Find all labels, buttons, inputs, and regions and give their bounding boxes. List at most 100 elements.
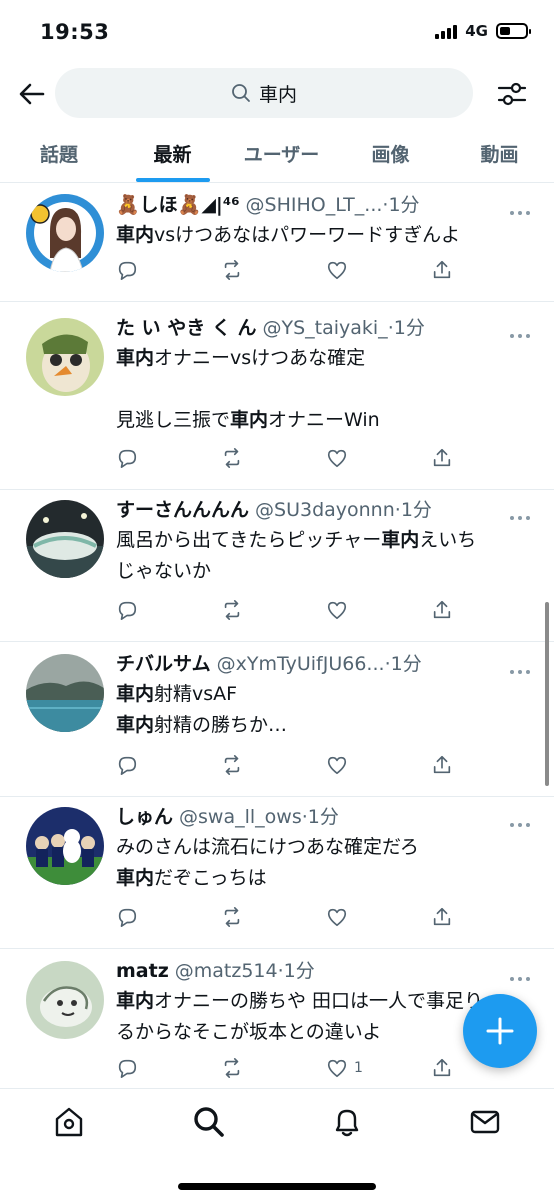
timestamp[interactable]: ·1分 [385, 649, 422, 679]
retweet-icon [224, 907, 240, 927]
username[interactable]: @YS_taiyaki_ [262, 313, 387, 343]
tweet[interactable]: 🧸しほ🧸◢|⁴⁶ @SHIHO_LT_... ·1分 車内vsけつあなはパワーワードす… [0, 184, 554, 302]
search-tabs: 話題 最新 ユーザー 画像 動画 [0, 124, 554, 183]
search-settings-button[interactable] [496, 78, 528, 110]
text-segment: えいち [419, 529, 477, 551]
nav-home[interactable] [52, 1105, 86, 1139]
share-button[interactable] [431, 754, 536, 776]
retweet-button[interactable] [221, 599, 326, 621]
nav-notifications[interactable] [330, 1105, 364, 1139]
reply-button[interactable] [116, 447, 221, 469]
avatar[interactable] [26, 654, 104, 732]
display-name[interactable]: すーさんんんん [116, 495, 249, 525]
tweet-text-line: 車内オナニーvsけつあな確定 [116, 343, 534, 374]
tweet[interactable]: チバルサム @xYmTyUifJU66... ·1分 車内射精vsAF 車内射精の勝ちか… [0, 643, 554, 797]
home-indicator[interactable] [178, 1183, 376, 1190]
share-button[interactable] [431, 599, 536, 621]
like-button[interactable] [326, 447, 431, 469]
share-button[interactable] [431, 259, 536, 281]
more-options-button[interactable] [508, 507, 532, 520]
highlighted-keyword: 車内 [116, 347, 155, 369]
scrollbar[interactable] [545, 602, 549, 786]
retweet-icon [224, 448, 240, 468]
network-type: 4G [465, 22, 488, 40]
tab-latest[interactable]: 最新 [118, 124, 227, 182]
timestamp[interactable]: ·1分 [382, 190, 419, 220]
timestamp[interactable]: ·1分 [388, 313, 425, 343]
username[interactable]: @xYmTyUifJU66... [217, 649, 385, 679]
compose-tweet-button[interactable] [463, 994, 537, 1068]
username[interactable]: @matz514 [175, 956, 278, 986]
tab-people[interactable]: ユーザー [227, 124, 336, 182]
battery-icon [496, 23, 531, 39]
more-options-button[interactable] [508, 968, 532, 981]
tweet[interactable]: しゅん @swa_ll_ows ·1分 みのさんは流石にけつあな確定だろ 車内だぞこっち… [0, 796, 554, 949]
tweet[interactable]: た い やき く ん @YS_taiyaki_ ·1分 車内オナニーvsけつあな確定見… [0, 307, 554, 490]
highlighted-keyword: 車内 [116, 683, 155, 705]
like-button[interactable] [326, 754, 431, 776]
timestamp[interactable]: ·1分 [302, 802, 339, 832]
reply-button[interactable] [116, 754, 221, 776]
timestamp[interactable]: ·1分 [395, 495, 432, 525]
reply-button[interactable] [116, 906, 221, 928]
back-button[interactable] [16, 78, 48, 110]
share-icon [433, 600, 451, 619]
more-options-button[interactable] [508, 325, 532, 338]
reply-button[interactable] [116, 259, 221, 281]
reply-button[interactable] [116, 599, 221, 621]
like-button[interactable] [326, 259, 431, 281]
retweet-button[interactable] [221, 447, 326, 469]
retweet-button[interactable] [221, 259, 326, 281]
timestamp[interactable]: ·1分 [278, 956, 315, 986]
avatar[interactable] [26, 318, 104, 396]
avatar[interactable] [26, 194, 104, 272]
display-name[interactable]: た い やき く ん [116, 313, 256, 343]
tweet-text-line: 車内射精vsAF [116, 679, 534, 710]
text-segment: オナニーvsけつあな確定 [154, 347, 366, 369]
display-name[interactable]: チバルサム [116, 649, 211, 679]
more-dots-icon [510, 211, 530, 215]
search-input[interactable]: 車内 [55, 68, 473, 118]
tab-photos[interactable]: 画像 [336, 124, 445, 182]
like-button[interactable]: 1 [326, 1057, 431, 1079]
mail-icon [470, 1110, 500, 1134]
status-time: 19:53 [40, 20, 110, 44]
retweet-button[interactable] [221, 1057, 326, 1079]
tweet[interactable]: すーさんんんん @SU3dayonnn ·1分 風呂から出てきたらピッチャー車内えいち… [0, 489, 554, 642]
reply-button[interactable] [116, 1057, 221, 1079]
display-name[interactable]: 🧸しほ🧸◢|⁴⁶ [116, 190, 240, 220]
tweet-text: みのさんは流石にけつあな確定だろ 車内だぞこっちは [116, 832, 534, 894]
more-options-button[interactable] [508, 202, 532, 215]
avatar[interactable] [26, 500, 104, 578]
share-button[interactable] [431, 906, 536, 928]
avatar[interactable] [26, 807, 104, 885]
like-button[interactable] [326, 906, 431, 928]
display-name[interactable]: matz [116, 956, 169, 986]
username[interactable]: @swa_ll_ows [179, 802, 302, 832]
tweet-text-line: じゃないか [116, 556, 534, 587]
retweet-button[interactable] [221, 906, 326, 928]
heart-icon [327, 756, 347, 775]
share-button[interactable] [431, 447, 536, 469]
tab-top[interactable]: 話題 [0, 124, 118, 182]
tweet-header: しゅん @swa_ll_ows ·1分 [116, 802, 534, 832]
text-segment: みのさんは流石にけつあな確定だろ [116, 836, 419, 858]
tab-videos[interactable]: 動画 [445, 124, 554, 182]
avatar[interactable] [26, 961, 104, 1039]
text-segment: 風呂から出てきたらピッチャー [116, 529, 382, 551]
more-options-button[interactable] [508, 661, 532, 674]
text-segment: 射精vsAF [154, 683, 238, 705]
username[interactable]: @SU3dayonnn [255, 495, 395, 525]
retweet-button[interactable] [221, 754, 326, 776]
display-name[interactable]: しゅん [116, 802, 173, 832]
nav-explore[interactable] [192, 1105, 226, 1139]
more-options-button[interactable] [508, 814, 532, 827]
highlighted-keyword: 車内 [116, 714, 155, 736]
username[interactable]: @SHIHO_LT_... [246, 190, 383, 220]
tweet-text: 車内オナニーvsけつあな確定 見逃し三振で車内オナニーWin [116, 343, 534, 436]
like-button[interactable] [326, 599, 431, 621]
tweet-header: matz @matz514·1分 [116, 956, 534, 986]
highlighted-keyword: 車内 [381, 529, 420, 551]
reply-icon [118, 1059, 137, 1078]
nav-messages[interactable] [468, 1105, 502, 1139]
